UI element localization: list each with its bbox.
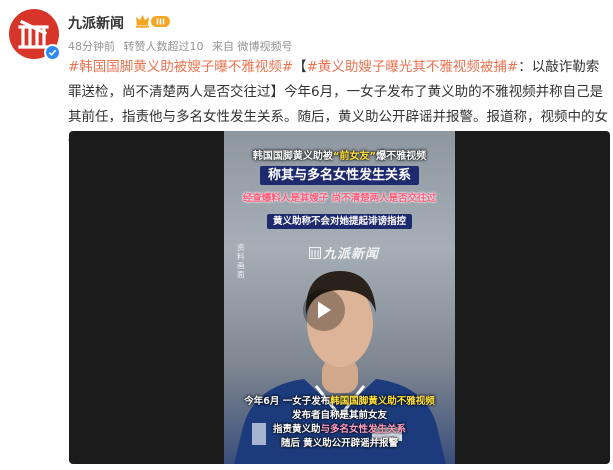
post-source[interactable]: 来自 微博视频号	[212, 40, 293, 53]
video-subtitle-line3: 指责黄义助与多名女性发生关系	[272, 424, 407, 435]
hashtag-link[interactable]: #韩国国脚黄义助被嫂子曝不雅视频#	[68, 59, 293, 75]
watermark: 九派新闻	[308, 243, 379, 262]
watermark-logo-icon	[308, 246, 322, 260]
play-button[interactable]	[303, 289, 345, 331]
archive-footage-label: 资料画面	[237, 243, 245, 279]
video-player[interactable]: 韩国国脚黄义助被“前女友”爆不雅视频 称其与多名女性发生关系 经查爆料人是其嫂子…	[69, 131, 610, 464]
video-caption-line3: 经查爆料人是其嫂子 尚不清楚两人是否交往过	[242, 193, 437, 204]
badge-level: III	[156, 18, 165, 27]
play-icon	[318, 301, 331, 319]
verified-icon	[44, 44, 61, 61]
video-caption-line2: 称其与多名女性发生关系	[224, 164, 455, 185]
repost-count: 转赞人数超过10	[123, 40, 204, 53]
avatar[interactable]	[9, 9, 61, 61]
vip-badge-icon[interactable]: III	[134, 13, 172, 30]
video-subtitle-line1: 今年6月 一女子发布韩国国脚黄义助不雅视频	[244, 396, 435, 407]
video-caption-line1: 韩国国脚黄义助被“前女友”爆不雅视频	[252, 151, 427, 162]
video-caption-line4: 黄义助称不会对她提起诽谤指控	[224, 213, 455, 229]
video-subtitle-line4: 随后 黄义助公开辟谣并报警	[280, 438, 399, 449]
video-subtitle-line2: 发布者自称是其前女友	[291, 410, 387, 421]
post-time[interactable]: 48分钟前	[68, 40, 115, 53]
post-meta: 48分钟前 转赞人数超过10 来自 微博视频号	[68, 38, 298, 54]
bracket-text: 【	[293, 59, 307, 75]
hashtag-link[interactable]: #黄义助嫂子曝光其不雅视频被捕#	[307, 59, 519, 75]
username[interactable]: 九派新闻	[68, 13, 124, 33]
